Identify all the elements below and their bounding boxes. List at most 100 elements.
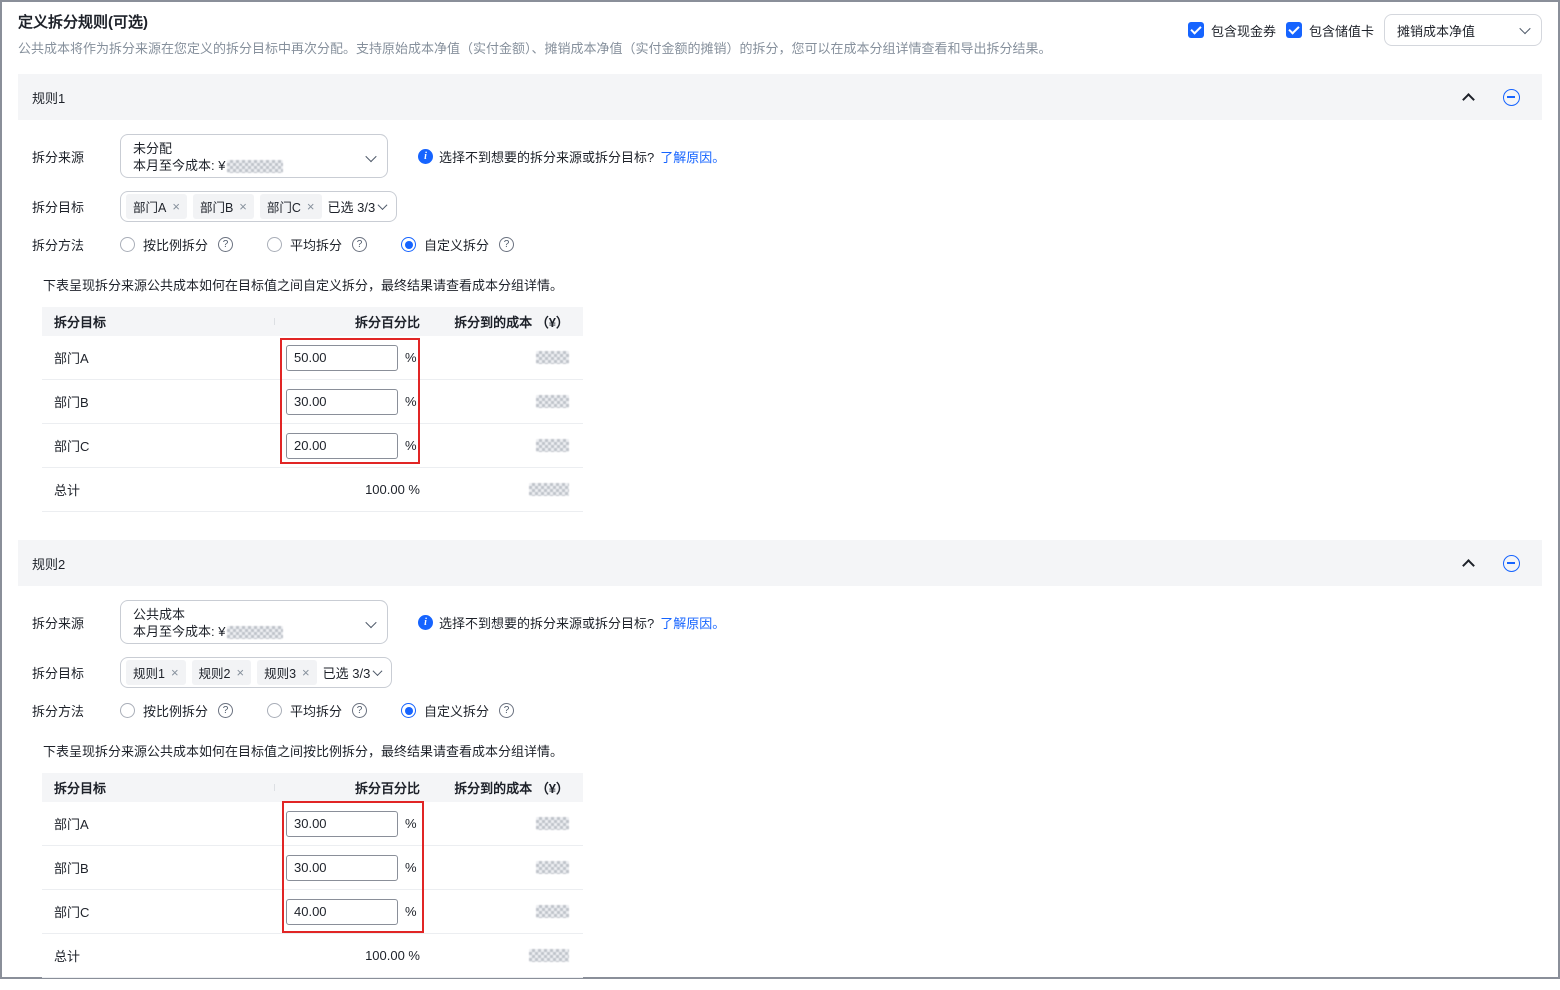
method-radio-custom[interactable]: 自定义拆分 ? [401, 701, 515, 720]
target-cell: 部门C [54, 439, 90, 454]
redacted-cost-value [536, 817, 569, 830]
total-percent: 100.00 % [365, 948, 420, 963]
split-target-select[interactable]: 部门A × 部门B × 部门C × 已选 3/3 [120, 191, 398, 222]
tag-close-icon[interactable]: × [302, 666, 310, 679]
percent-input[interactable] [286, 344, 398, 371]
help-question-icon[interactable]: ? [218, 237, 234, 252]
redacted-cost-value [536, 861, 569, 874]
source-value: 公共成本 [133, 607, 186, 622]
percent-input[interactable] [286, 432, 398, 459]
help-text: 选择不到想要的拆分来源或拆分目标? [439, 150, 655, 165]
chevron-up-icon [1462, 92, 1475, 106]
page-subtitle: 公共成本将作为拆分来源在您定义的拆分目标中再次分配。支持原始成本净值（实付金额）… [18, 41, 1052, 56]
source-label: 拆分来源 [32, 150, 85, 165]
tag-close-icon[interactable]: × [239, 200, 247, 213]
minus-circle-icon [1503, 554, 1520, 572]
cost-type-select[interactable]: 摊销成本净值 [1384, 14, 1542, 46]
info-icon: i [418, 149, 433, 164]
split-source-select[interactable]: 公共成本 本月至今成本: ¥ [120, 600, 388, 644]
table-total-row: 总计 100.00 % [42, 468, 583, 512]
help-question-icon[interactable]: ? [352, 703, 368, 718]
table-row: 部门A % [42, 802, 583, 846]
target-label: 拆分目标 [32, 200, 85, 215]
chevron-down-icon [1519, 22, 1531, 35]
title-block: 定义拆分规则(可选) 公共成本将作为拆分来源在您定义的拆分目标中再次分配。支持原… [18, 12, 1052, 58]
rule-card-2: 规则2 拆分来源 公共成本 本月至今成本: ¥ i 选择不到想要的拆分来源或拆分… [18, 540, 1542, 990]
percent-input[interactable] [286, 810, 398, 837]
split-table: 拆分目标 拆分百分比 拆分到的成本 （¥） 部门A % 部门B % 部门C % [42, 773, 583, 978]
help-question-icon[interactable]: ? [499, 703, 515, 718]
table-note: 下表呈现拆分来源公共成本如何在目标值之间自定义拆分，最终结果请查看成本分组详情。 [43, 278, 564, 293]
tag-close-icon[interactable]: × [237, 666, 245, 679]
target-tag: 规则3 × [257, 660, 317, 685]
method-label: 拆分方法 [32, 704, 85, 719]
target-tag: 规则1 × [126, 660, 186, 685]
tag-close-icon[interactable]: × [171, 666, 179, 679]
collapse-button[interactable] [1462, 557, 1475, 572]
radio-unchecked-icon[interactable] [120, 703, 135, 718]
page-title: 定义拆分规则(可选) [18, 14, 148, 31]
col-header-percent: 拆分百分比 [274, 778, 454, 797]
col-header-percent: 拆分百分比 [274, 312, 454, 331]
target-cell: 部门C [54, 905, 90, 920]
table-row: 部门C % [42, 890, 583, 934]
help-question-icon[interactable]: ? [499, 237, 515, 252]
help-question-icon[interactable]: ? [218, 703, 234, 718]
method-radio-average[interactable]: 平均拆分 ? [267, 701, 368, 720]
collapse-button[interactable] [1462, 91, 1475, 106]
radio-unchecked-icon[interactable] [267, 237, 283, 252]
col-header-cost: 拆分到的成本 （¥） [454, 312, 583, 331]
total-label: 总计 [54, 483, 81, 498]
redacted-total-value [529, 483, 569, 496]
rule-header: 规则1 [18, 74, 1542, 120]
table-header-row: 拆分目标 拆分百分比 拆分到的成本 （¥） [42, 773, 583, 802]
split-source-select[interactable]: 未分配 本月至今成本: ¥ [120, 134, 388, 178]
tag-close-icon[interactable]: × [307, 200, 315, 213]
help-link[interactable]: 了解原因。 [660, 613, 725, 632]
total-percent: 100.00 % [365, 482, 420, 497]
checkbox-label: 包含现金券 [1210, 23, 1276, 39]
method-radio-proportional[interactable]: 按比例拆分 ? [120, 235, 234, 254]
source-value: 未分配 [133, 141, 173, 156]
table-row: 部门B % [42, 846, 583, 890]
include-cash-voucher-checkbox[interactable]: 包含现金券 [1187, 21, 1276, 40]
target-cell: 部门B [54, 861, 89, 876]
remove-rule-button[interactable] [1503, 88, 1520, 106]
redacted-value [227, 626, 284, 640]
table-header-row: 拆分目标 拆分百分比 拆分到的成本 （¥） [42, 307, 583, 336]
help-link[interactable]: 了解原因。 [660, 147, 725, 166]
radio-checked-icon[interactable] [401, 237, 417, 252]
percent-input[interactable] [286, 388, 398, 415]
selected-count: 已选 3/3 [328, 197, 388, 216]
target-tag: 部门B × [192, 194, 254, 219]
method-radio-custom[interactable]: 自定义拆分 ? [401, 235, 515, 254]
target-tag: 规则2 × [191, 660, 252, 685]
target-label: 拆分目标 [32, 666, 85, 681]
percent-input[interactable] [286, 854, 398, 881]
chevron-down-icon [365, 150, 377, 163]
tag-close-icon[interactable]: × [172, 200, 180, 213]
redacted-total-value [529, 949, 569, 962]
col-header-target: 拆分目标 [54, 781, 107, 796]
redacted-value [227, 160, 284, 174]
table-row: 部门A % [42, 336, 583, 380]
method-radio-group: 按比例拆分 ? 平均拆分 ? 自定义拆分 ? [120, 235, 515, 254]
percent-input[interactable] [286, 898, 398, 925]
method-radio-average[interactable]: 平均拆分 ? [267, 235, 368, 254]
radio-unchecked-icon[interactable] [267, 703, 283, 718]
method-radio-proportional[interactable]: 按比例拆分 ? [120, 701, 234, 720]
checkbox-checked-icon[interactable] [1285, 22, 1302, 38]
source-help: i 选择不到想要的拆分来源或拆分目标? 了解原因。 [418, 147, 725, 166]
remove-rule-button[interactable] [1503, 554, 1520, 572]
radio-checked-icon[interactable] [401, 703, 417, 718]
help-question-icon[interactable]: ? [352, 237, 368, 252]
source-label: 拆分来源 [32, 616, 85, 631]
rule-name: 规则1 [32, 90, 66, 106]
checkbox-checked-icon[interactable] [1187, 22, 1204, 38]
split-target-select[interactable]: 规则1 × 规则2 × 规则3 × 已选 3/3 [120, 657, 393, 688]
help-text: 选择不到想要的拆分来源或拆分目标? [439, 616, 655, 631]
method-radio-group: 按比例拆分 ? 平均拆分 ? 自定义拆分 ? [120, 701, 515, 720]
table-note: 下表呈现拆分来源公共成本如何在目标值之间按比例拆分，最终结果请查看成本分组详情。 [43, 744, 564, 759]
include-stored-value-card-checkbox[interactable]: 包含储值卡 [1285, 21, 1374, 40]
radio-unchecked-icon[interactable] [120, 237, 135, 252]
